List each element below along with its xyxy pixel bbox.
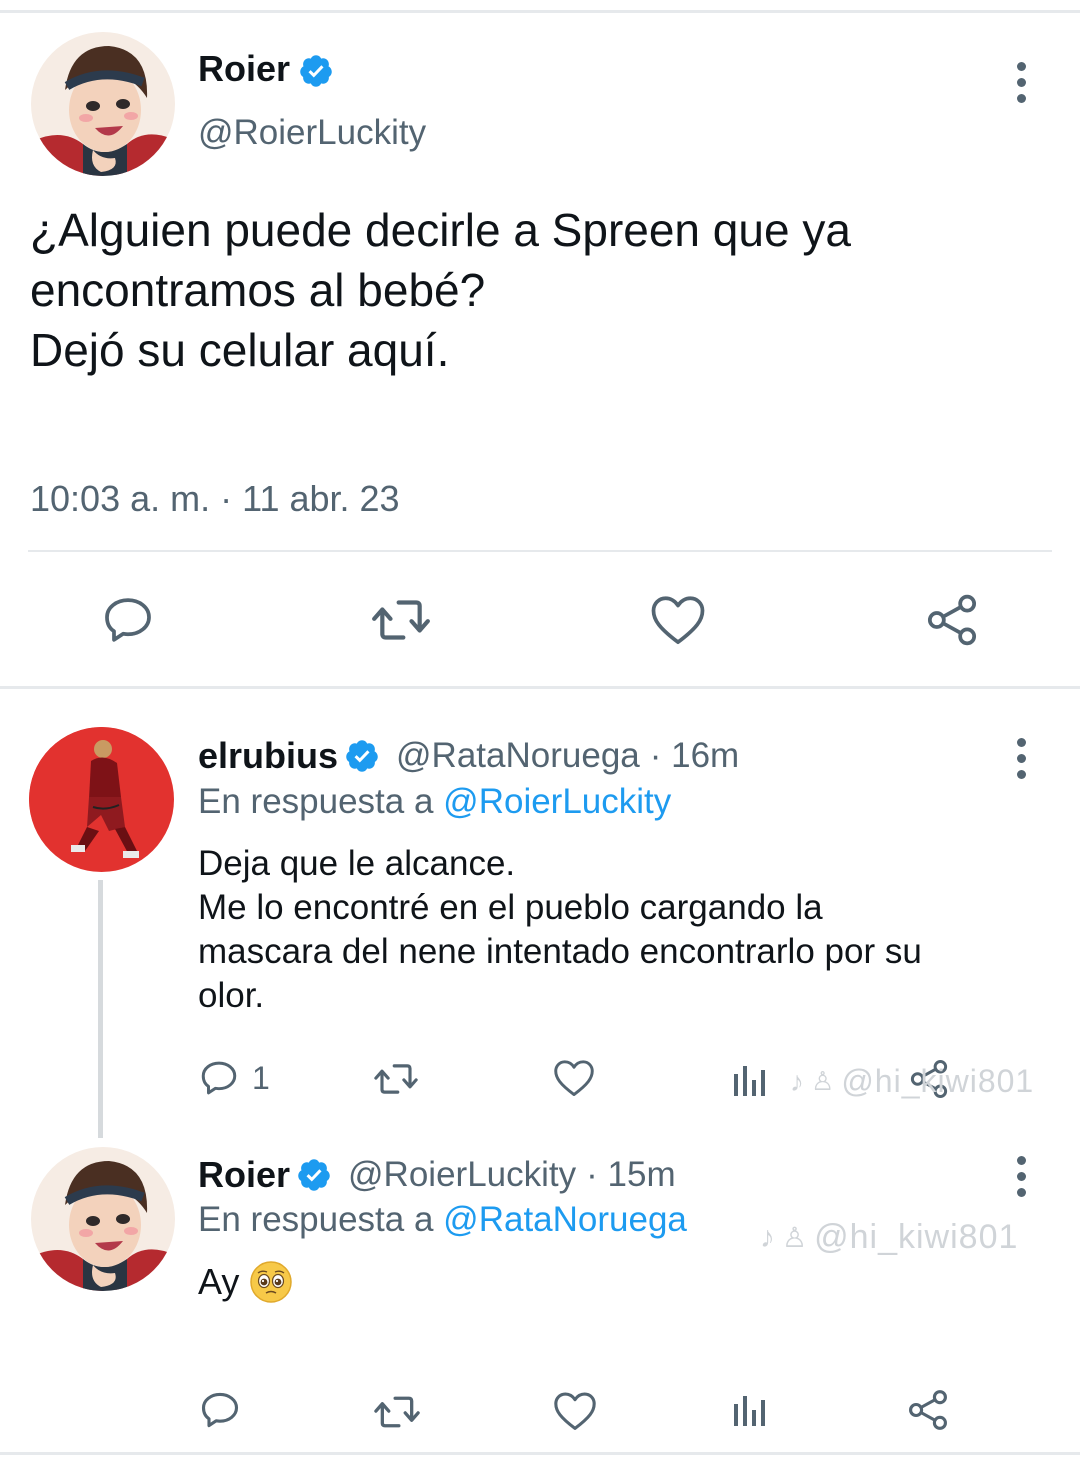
tweet-timestamp[interactable]: 10:03 a. m. · 11 abr. 23	[30, 478, 400, 520]
like-icon[interactable]	[650, 593, 706, 647]
analytics-icon[interactable]	[732, 1062, 768, 1096]
share-icon[interactable]	[924, 592, 980, 648]
watermark: ♪ ♙ @hi_kiwi801	[790, 1063, 1034, 1100]
elrubius-avatar[interactable]	[29, 727, 174, 872]
pleading-face-emoji	[250, 1261, 293, 1303]
reply-prefix: En respuesta a	[198, 1200, 434, 1239]
more-options-icon[interactable]	[1015, 738, 1027, 786]
reply1-author-name[interactable]: elrubius	[198, 735, 338, 777]
author-handle[interactable]: @RoierLuckity	[198, 113, 426, 153]
reply1-text: Deja que le alcance. Me lo encontré en e…	[198, 844, 922, 1015]
reply2-author-handle[interactable]: @RoierLuckity	[348, 1155, 576, 1195]
verified-badge-icon	[346, 740, 378, 772]
mention-link[interactable]: @RataNoruega	[443, 1200, 687, 1239]
watermark-text: @hi_kiwi801	[841, 1063, 1035, 1099]
tiktok-icon: ♪	[790, 1065, 805, 1097]
user-icon: ♙	[811, 1066, 836, 1096]
share-icon[interactable]	[906, 1388, 950, 1432]
reply1-context: En respuesta a @RoierLuckity	[198, 782, 671, 822]
like-icon[interactable]	[553, 1058, 595, 1098]
reply1-author-handle[interactable]: @RataNoruega	[396, 736, 640, 776]
divider	[28, 550, 1052, 552]
reply-icon[interactable]	[198, 1057, 240, 1099]
more-options-icon[interactable]	[1015, 1156, 1027, 1204]
verified-badge-icon	[300, 55, 332, 87]
tweet-text: ¿Alguien puede decirle a Spreen que ya e…	[30, 204, 851, 376]
reply-count: 1	[252, 1060, 270, 1096]
section-divider	[0, 686, 1080, 689]
reply2-header: Roier @RoierLuckity · 15m	[198, 1154, 676, 1196]
reply2-body: Ay	[198, 1260, 293, 1304]
retweet-icon[interactable]	[372, 1390, 422, 1434]
thread-connector	[98, 880, 103, 1138]
reply-prefix: En respuesta a	[198, 782, 434, 821]
reply-icon[interactable]	[100, 592, 156, 648]
roier-avatar[interactable]	[31, 1147, 175, 1291]
reply2-time[interactable]: · 15m	[586, 1155, 675, 1195]
mention-link[interactable]: @RoierLuckity	[443, 782, 671, 821]
reply1-time[interactable]: · 16m	[650, 736, 739, 776]
roier-avatar[interactable]	[31, 32, 175, 176]
reply1-header: elrubius @RataNoruega · 16m	[198, 735, 739, 777]
reply2-context: En respuesta a @RataNoruega	[198, 1200, 687, 1240]
tiktok-icon: ♪	[760, 1220, 776, 1254]
more-options-icon[interactable]	[1015, 62, 1027, 110]
bottom-divider	[0, 1452, 1080, 1455]
retweet-icon[interactable]	[370, 592, 432, 648]
reply-icon[interactable]	[198, 1388, 242, 1432]
user-icon: ♙	[782, 1222, 809, 1253]
verified-badge-icon	[298, 1159, 330, 1191]
reply2-text: Ay	[198, 1261, 240, 1302]
retweet-icon[interactable]	[372, 1058, 420, 1100]
author-name[interactable]: Roier	[198, 48, 290, 90]
like-icon[interactable]	[553, 1390, 597, 1432]
reply2-author-name[interactable]: Roier	[198, 1154, 290, 1196]
watermark-text: @hi_kiwi801	[814, 1218, 1019, 1256]
analytics-icon[interactable]	[732, 1392, 768, 1426]
watermark: ♪ ♙ @hi_kiwi801	[760, 1218, 1018, 1257]
top-divider	[0, 0, 1080, 13]
